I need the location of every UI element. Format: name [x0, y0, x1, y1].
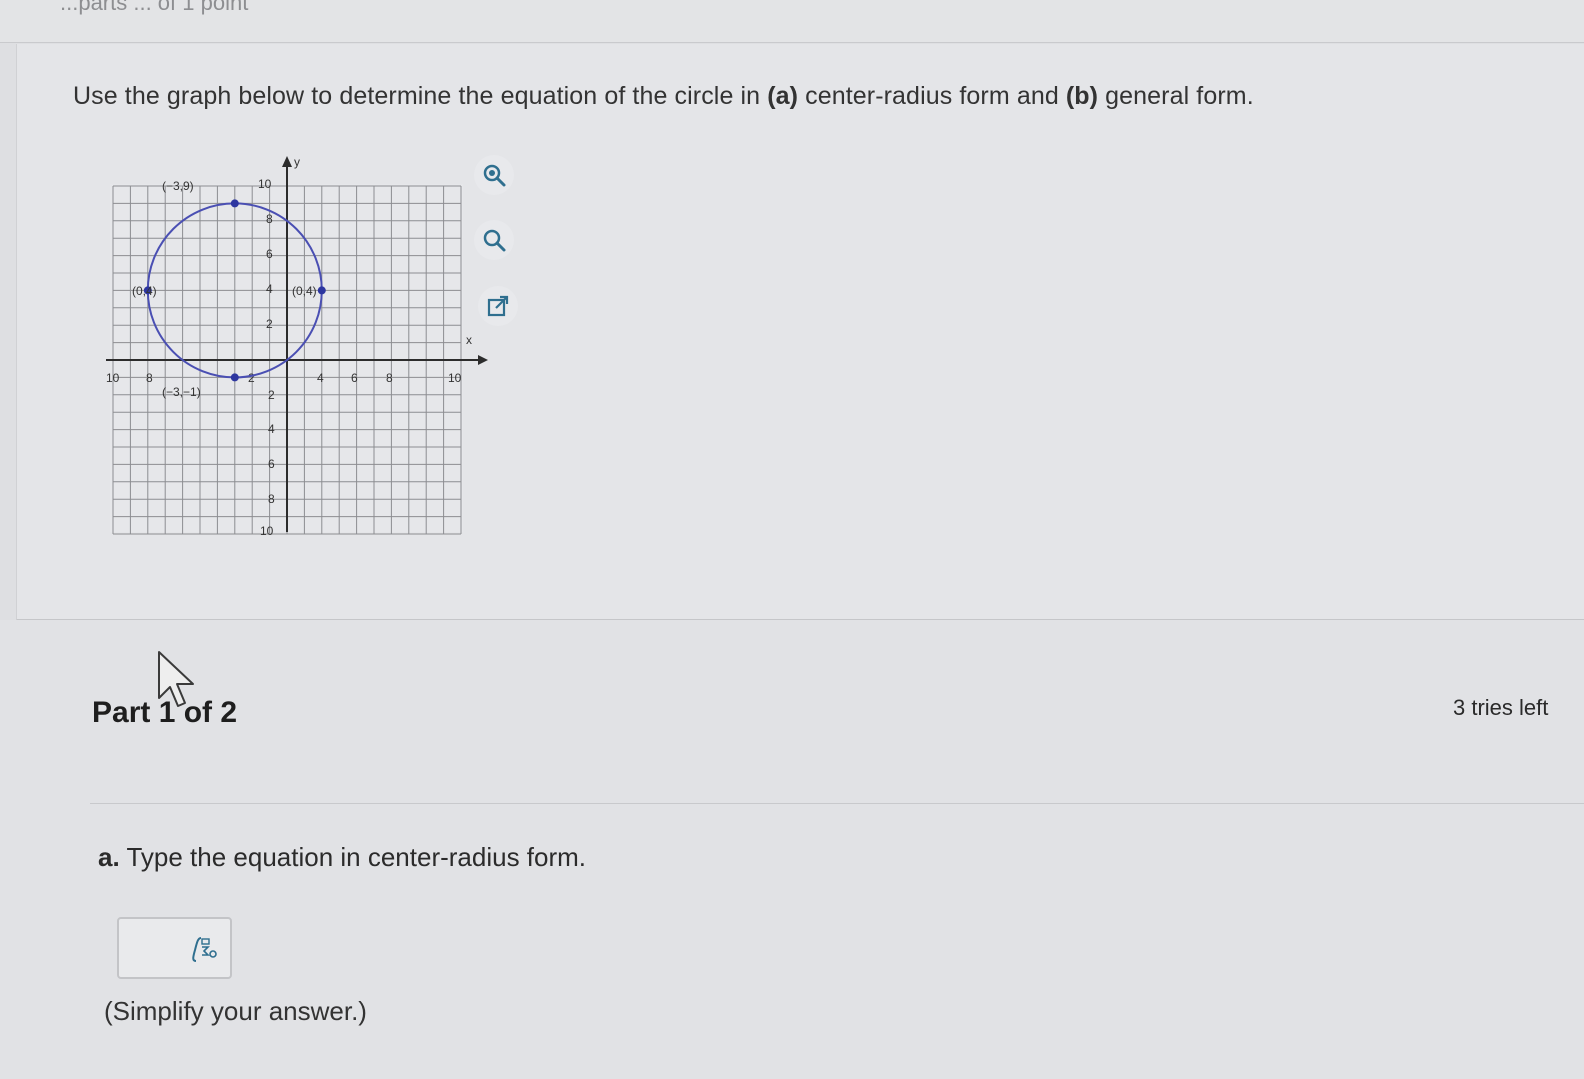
answer-box[interactable]	[117, 917, 232, 979]
x-axis-label: x	[466, 333, 472, 347]
tick-label-y: 10	[258, 177, 272, 191]
point-label-right: (0,4)	[292, 284, 317, 298]
tick-label-y: 6	[266, 247, 273, 261]
prompt-part-b: (b)	[1065, 82, 1099, 110]
y-axis-label: y	[294, 155, 300, 169]
tick-label-y: 8	[268, 492, 275, 506]
prompt-text: center-radius form and	[798, 82, 1066, 110]
tick-label-y: 4	[268, 422, 275, 436]
tick-label-y: 2	[268, 388, 275, 402]
point-bottom	[230, 373, 239, 382]
tick-label-y: 4	[266, 282, 273, 296]
math-palette-icon[interactable]	[187, 935, 221, 965]
zoom-out-icon	[483, 229, 506, 252]
tick-label-y: 6	[268, 457, 275, 471]
prompt-part-a: (a)	[767, 82, 799, 110]
answer-instruction: a. Type the equation in center-radius fo…	[98, 842, 586, 873]
mouse-cursor-icon	[158, 651, 194, 707]
equation-input[interactable]	[125, 927, 187, 971]
point-top	[230, 199, 239, 208]
question-prompt: Use the graph below to determine the equ…	[73, 82, 1254, 111]
tick-label-y: 2	[266, 317, 273, 331]
point-label-left: (0,4)	[132, 284, 157, 298]
tick-label-x: 4	[317, 371, 324, 385]
tries-left: 3 tries left	[1453, 695, 1549, 720]
tick-label-x: 8	[146, 371, 153, 385]
tick-label-y: 10	[260, 524, 274, 538]
header-partial-text: ...parts ... of 1 point	[60, 0, 249, 15]
header-strip: ...parts ... of 1 point	[0, 0, 1584, 43]
zoom-out-button[interactable]	[474, 220, 514, 260]
instruction-text: Type the equation in center-radius form.	[119, 842, 587, 872]
external-link-icon	[487, 295, 509, 317]
prompt-text: general form.	[1098, 82, 1254, 110]
zoom-in-icon	[483, 164, 506, 187]
tick-label-x: 10	[448, 371, 462, 385]
instruction-prefix: a.	[98, 842, 120, 872]
point-label-top: (−3,9)	[162, 179, 194, 193]
prompt-text: Use the graph below to determine the equ…	[73, 82, 768, 110]
tick-label-x: 10	[106, 371, 120, 385]
x-axis-arrow	[478, 355, 488, 365]
zoom-in-button[interactable]	[474, 155, 514, 195]
popout-button[interactable]	[478, 286, 518, 326]
section-divider	[90, 803, 1584, 804]
tick-label-y: 8	[266, 212, 273, 226]
circle-graph: x y 10 8 2 4 6 8 10 10 8 6 4 2 2 4 6 8 1…	[106, 155, 488, 538]
tick-label-x: 2	[248, 371, 255, 385]
tick-label-x: 8	[386, 371, 393, 385]
point-label-bottom: (−3,−1)	[162, 385, 201, 399]
answer-hint: (Simplify your answer.)	[104, 996, 367, 1026]
tick-label-x: 6	[351, 371, 358, 385]
y-axis-arrow	[282, 156, 292, 167]
point-right	[317, 286, 326, 295]
